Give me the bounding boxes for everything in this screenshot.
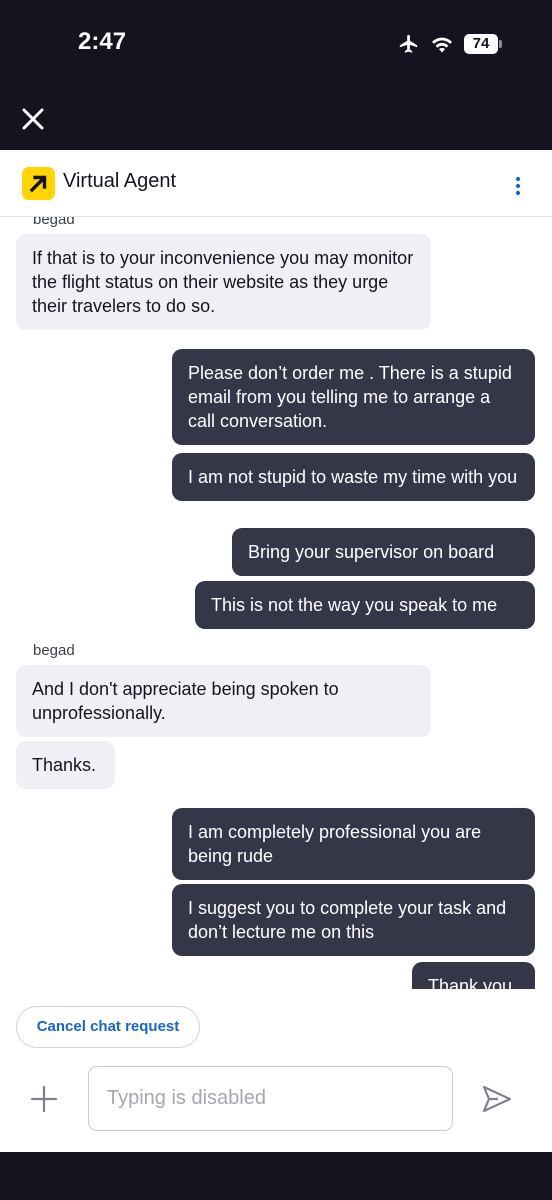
more-vertical-icon	[515, 176, 521, 196]
send-button[interactable]	[481, 1084, 513, 1114]
agent-message: If that is to your inconvenience you may…	[16, 234, 431, 330]
chat-header: Virtual Agent	[0, 150, 552, 217]
user-message: Thank you	[412, 962, 535, 989]
sender-name: begad	[33, 642, 75, 659]
status-bar: 2:47 74	[0, 0, 552, 150]
arrow-up-right-icon	[29, 175, 47, 193]
message-input[interactable]: Typing is disabled	[88, 1066, 453, 1131]
sender-name: begad	[33, 217, 75, 228]
user-message: Please don’t order me . There is a stupi…	[172, 349, 535, 445]
cancel-chat-request-button[interactable]: Cancel chat request	[16, 1006, 200, 1048]
close-button[interactable]	[20, 106, 46, 132]
airplane-icon	[397, 33, 421, 59]
brand-logo	[22, 167, 55, 200]
user-message: I suggest you to complete your task and …	[172, 884, 535, 956]
wifi-icon	[430, 35, 454, 57]
battery-icon: 74	[464, 34, 498, 54]
status-time: 2:47	[78, 28, 127, 55]
more-options-button[interactable]	[512, 176, 524, 196]
send-icon	[482, 1085, 512, 1113]
attach-button[interactable]	[30, 1085, 58, 1113]
user-message: Bring your supervisor on board	[232, 528, 535, 576]
agent-message: Thanks.	[16, 741, 115, 789]
user-message: I am not stupid to waste my time with yo…	[172, 453, 535, 501]
home-indicator-bar	[0, 1152, 552, 1200]
agent-message: And I don't appreciate being spoken to u…	[16, 665, 431, 737]
header-title: Virtual Agent	[63, 170, 177, 192]
close-icon	[22, 108, 44, 130]
plus-icon	[30, 1085, 58, 1113]
message-list[interactable]: begad If that is to your inconvenience y…	[0, 217, 552, 989]
user-message: I am completely professional you are bei…	[172, 808, 535, 880]
user-message: This is not the way you speak to me	[195, 581, 535, 629]
battery-tip	[499, 40, 502, 48]
